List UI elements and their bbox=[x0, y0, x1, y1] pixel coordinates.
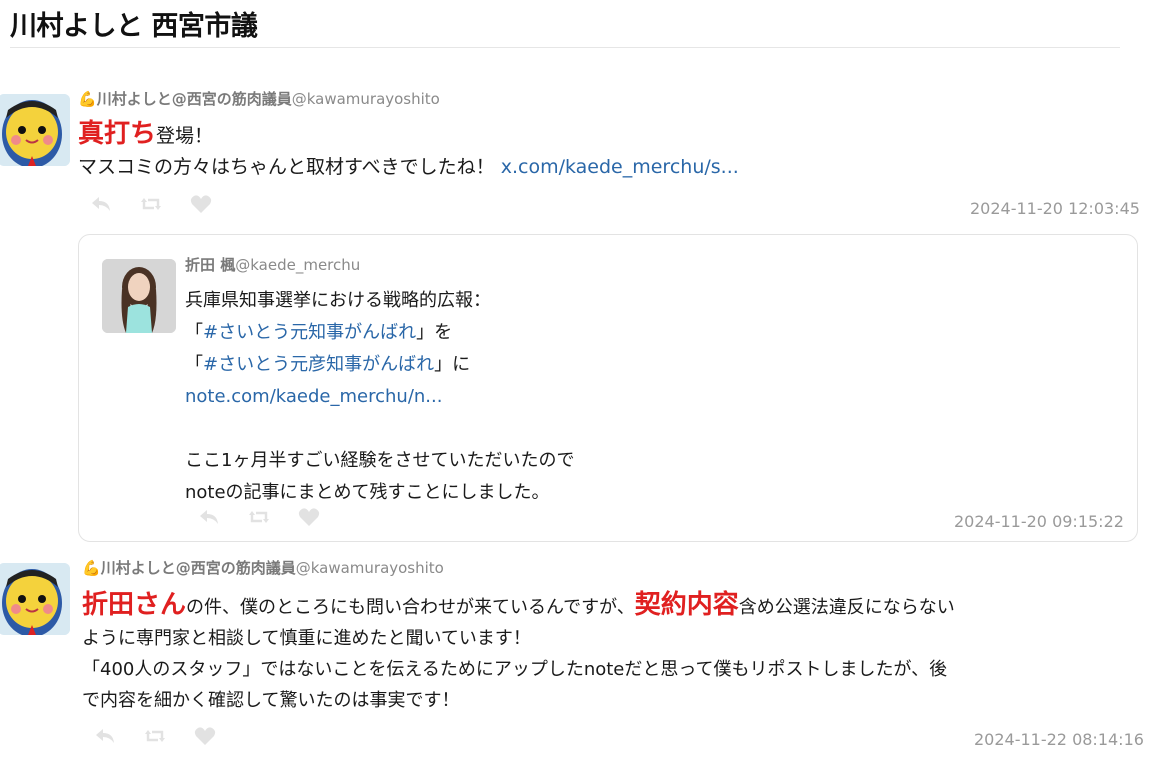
post-text: の件、僕のところにも問い合わせが来ているんですが、 bbox=[186, 597, 635, 618]
reply-icon[interactable] bbox=[88, 194, 114, 214]
post-text: 「400人のスタッフ」ではないことを伝えるためにアップしたnoteだと思って僕も… bbox=[82, 659, 948, 680]
reply-icon[interactable] bbox=[92, 726, 118, 746]
post-timestamp[interactable]: 2024-11-20 12:03:45 bbox=[970, 199, 1140, 218]
like-icon[interactable] bbox=[192, 726, 218, 746]
author-handle[interactable]: @kawamurayoshito bbox=[296, 559, 444, 577]
retweet-icon[interactable] bbox=[142, 726, 168, 746]
quote-body: 兵庫県知事選挙における戦略的広報： 「#さいとう元知事がんばれ」を 「#さいとう… bbox=[185, 285, 574, 509]
post-text: 含め公選法違反にならない bbox=[738, 597, 955, 618]
post-text: マスコミの方々はちゃんと取材すべきでしたね！ bbox=[78, 156, 495, 178]
post-text: 登場！ bbox=[156, 125, 214, 147]
retweet-icon[interactable] bbox=[138, 194, 164, 214]
post-text: noteの記事にまとめて残すことにしました。 bbox=[185, 482, 550, 503]
avatar[interactable] bbox=[0, 563, 70, 635]
avatar[interactable] bbox=[102, 259, 176, 333]
post-author[interactable]: 💪川村よしと@西宮の筋肉議員@kawamurayoshito bbox=[82, 557, 444, 578]
hashtag-link[interactable]: #さいとう元知事がんばれ bbox=[203, 322, 416, 343]
post-author[interactable]: 💪川村よしと@西宮の筋肉議員@kawamurayoshito bbox=[78, 88, 440, 109]
author-handle[interactable]: @kaede_merchu bbox=[235, 256, 360, 274]
post-link[interactable]: note.com/kaede_merchu/n... bbox=[185, 381, 574, 413]
author-name[interactable]: 折田 楓 bbox=[185, 256, 235, 274]
post-text: 」に bbox=[434, 354, 471, 375]
quoted-post[interactable]: 折田 楓@kaede_merchu 兵庫県知事選挙における戦略的広報： 「#さい… bbox=[78, 234, 1138, 542]
highlight-text: 契約内容 bbox=[634, 590, 739, 620]
highlight-text: 真打ち bbox=[78, 119, 157, 149]
post-body: 折田さんの件、僕のところにも問い合わせが来ているんですが、契約内容含め公選法違反… bbox=[82, 590, 955, 716]
post-text: ように専門家と相談して慎重に進めたと聞いています！ bbox=[82, 628, 531, 649]
highlight-text: 折田さん bbox=[82, 590, 187, 620]
author-name[interactable]: 川村よしと@西宮の筋肉議員 bbox=[97, 90, 292, 108]
post-text: で内容を細かく確認して驚いたのは事実です！ bbox=[82, 690, 460, 711]
post-actions bbox=[88, 194, 214, 214]
post-timestamp[interactable]: 2024-11-20 09:15:22 bbox=[954, 512, 1124, 531]
hashtag-link[interactable]: #さいとう元彦知事がんばれ bbox=[203, 354, 434, 375]
page-title: 川村よしと 西宮市議 bbox=[10, 11, 258, 42]
post-body: 真打ち登場！ マスコミの方々はちゃんと取材すべきでしたね！ x.com/kaed… bbox=[78, 119, 739, 183]
title-divider bbox=[10, 47, 1120, 48]
like-icon[interactable] bbox=[296, 507, 322, 527]
like-icon[interactable] bbox=[188, 194, 214, 214]
post-text: 「 bbox=[185, 354, 203, 375]
quote-author[interactable]: 折田 楓@kaede_merchu bbox=[185, 254, 360, 275]
retweet-icon[interactable] bbox=[246, 507, 272, 527]
muscle-emoji-icon: 💪 bbox=[82, 559, 101, 577]
post-text: 「 bbox=[185, 322, 203, 343]
author-handle[interactable]: @kawamurayoshito bbox=[292, 90, 440, 108]
muscle-emoji-icon: 💪 bbox=[78, 90, 97, 108]
post-text: 」を bbox=[416, 322, 453, 343]
avatar[interactable] bbox=[0, 94, 70, 166]
post-link[interactable]: x.com/kaede_merchu/s... bbox=[501, 156, 739, 178]
author-name[interactable]: 川村よしと@西宮の筋肉議員 bbox=[101, 559, 296, 577]
reply-icon[interactable] bbox=[196, 507, 222, 527]
post-text: ここ1ヶ月半すごい経験をさせていただいたので bbox=[185, 450, 575, 471]
post-actions bbox=[196, 507, 322, 527]
post-text: 兵庫県知事選挙における戦略的広報： bbox=[185, 290, 491, 311]
post-actions bbox=[92, 726, 218, 746]
post-timestamp[interactable]: 2024-11-22 08:14:16 bbox=[974, 730, 1144, 749]
